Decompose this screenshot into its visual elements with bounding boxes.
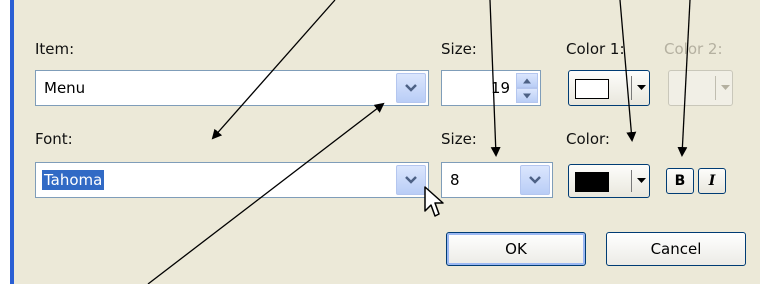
annotation-arrows [147, 0, 691, 284]
arrow-to-font-dropdown [211, 0, 336, 140]
arrow-to-item-dropdown [147, 102, 385, 284]
arrow-to-font-size [489, 0, 501, 157]
arrow-to-font-color [619, 0, 637, 142]
arrow-to-bold-button [677, 0, 691, 157]
